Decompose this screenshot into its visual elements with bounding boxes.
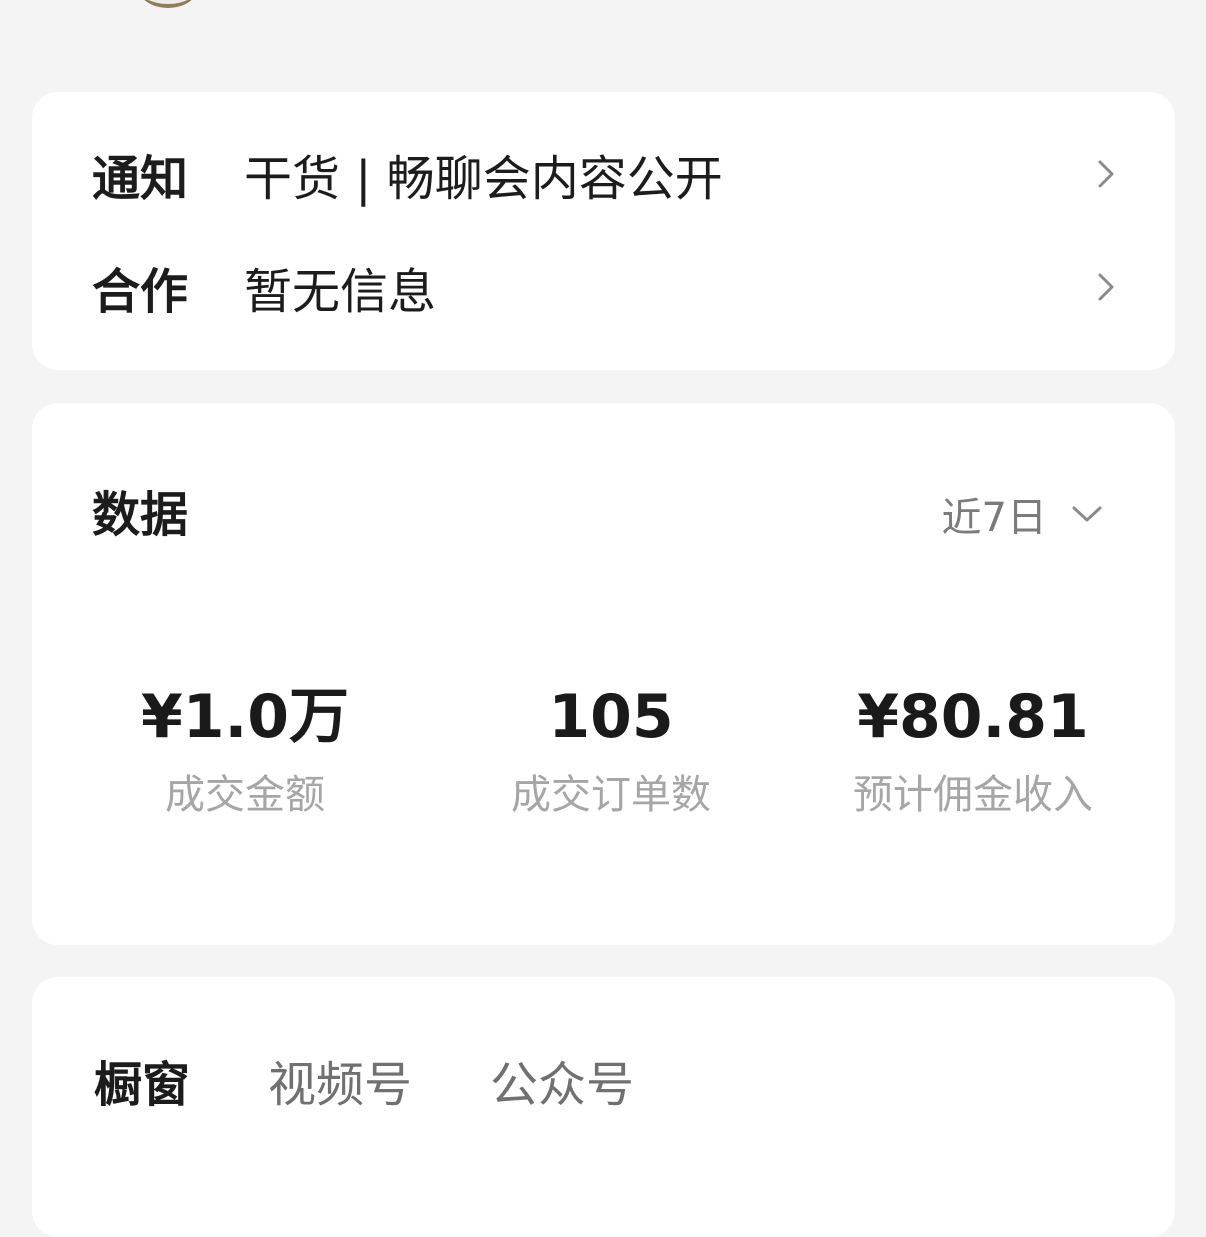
data-title: 数据 bbox=[92, 487, 189, 543]
chevron-right-icon[interactable] bbox=[1091, 270, 1119, 304]
cooperation-label: 合作 bbox=[92, 264, 189, 320]
tab-official-account[interactable]: 公众号 bbox=[490, 1045, 634, 1115]
notice-text[interactable]: 干货 | 畅聊会内容公开 bbox=[244, 139, 1091, 209]
metric-orders[interactable]: 105 成交订单数 bbox=[441, 681, 781, 821]
notice-card: 通知 干货 | 畅聊会内容公开 合作 暂无信息 bbox=[32, 92, 1175, 370]
cooperation-row[interactable]: 合作 暂无信息 bbox=[92, 251, 1119, 323]
gmv-value: ¥1.0万 bbox=[140, 682, 350, 752]
metric-gmv[interactable]: ¥1.0万 成交金额 bbox=[75, 681, 415, 821]
commission-label: 预计佣金收入 bbox=[853, 772, 1093, 818]
date-range-selector[interactable]: 近7日 bbox=[942, 485, 1103, 543]
chevron-right-icon[interactable] bbox=[1091, 157, 1119, 191]
notice-label: 通知 bbox=[92, 151, 189, 207]
metric-commission[interactable]: ¥80.81 预计佣金收入 bbox=[803, 681, 1143, 821]
channel-tabs: 橱窗 视频号 公众号 bbox=[94, 1045, 712, 1115]
tab-channels[interactable]: 视频号 bbox=[268, 1045, 412, 1115]
channel-card: 橱窗 视频号 公众号 bbox=[32, 977, 1175, 1237]
avatar[interactable] bbox=[138, 0, 198, 8]
cooperation-text[interactable]: 暂无信息 bbox=[244, 252, 1091, 322]
data-card: 数据 近7日 ¥1.0万 成交金额 105 成交订单数 ¥80.81 预计佣金收… bbox=[32, 403, 1175, 945]
orders-value: 105 bbox=[548, 682, 674, 752]
gmv-label: 成交金额 bbox=[165, 772, 325, 818]
orders-label: 成交订单数 bbox=[511, 772, 711, 818]
tab-showcase[interactable]: 橱窗 bbox=[94, 1045, 190, 1115]
chevron-down-icon[interactable] bbox=[1071, 505, 1103, 523]
notice-row[interactable]: 通知 干货 | 畅聊会内容公开 bbox=[92, 138, 1119, 210]
commission-value: ¥80.81 bbox=[857, 682, 1089, 752]
date-range-label[interactable]: 近7日 bbox=[942, 485, 1047, 543]
